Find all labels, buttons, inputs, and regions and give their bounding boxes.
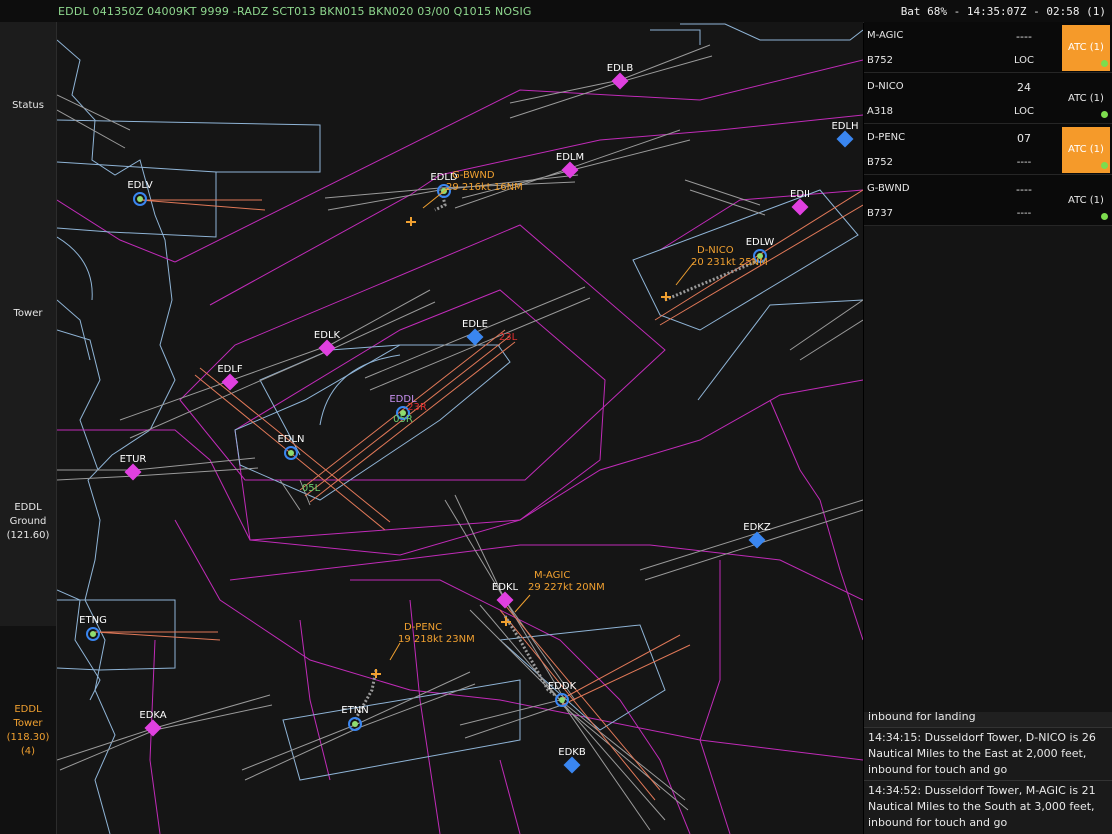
status-dot-icon	[1101, 111, 1108, 118]
top-status-bar: EDDL 041350Z 04009KT 9999 -RADZ SCT013 B…	[0, 0, 1112, 23]
strip-runway: ----	[1016, 30, 1032, 43]
log-entry: inbound for landing	[864, 712, 1112, 727]
strip-runway: ----	[1016, 183, 1032, 196]
waypoint-icon	[561, 161, 579, 179]
flight-strip[interactable]: D-PENC B752 07 ---- ATC (1)	[864, 124, 1112, 175]
leader-line	[389, 642, 401, 661]
waypoint-icon	[496, 591, 514, 609]
status-dot-icon	[1101, 60, 1108, 67]
metar-text: EDDL 041350Z 04009KT 9999 -RADZ SCT013 B…	[58, 5, 532, 18]
strip-aircraft-type: B752	[867, 55, 893, 66]
waypoint-label: EDKB	[558, 747, 586, 758]
log-entry: 14:34:15: Dusseldorf Tower, D-NICO is 26…	[864, 727, 1112, 780]
waypoint-icon	[124, 463, 142, 481]
tower-station-name: EDDL	[14, 704, 42, 715]
airport-center-icon	[90, 631, 96, 637]
leader-line	[514, 594, 531, 613]
region-borders	[57, 23, 863, 834]
runway-label: 23R	[407, 402, 427, 413]
strip-callsign: M-AGIC	[867, 30, 904, 41]
strip-aircraft-type: A318	[867, 106, 893, 117]
strip-approach: LOC	[1013, 106, 1035, 117]
airport-label: EDLW	[746, 237, 775, 248]
aircraft-data: 29 216kt 16NM	[446, 182, 523, 193]
status-dot-icon	[1101, 213, 1108, 220]
strip-callsign: D-PENC	[867, 132, 906, 143]
waypoint-label: EDKZ	[743, 522, 771, 533]
airport-center-icon	[288, 450, 294, 456]
strip-approach: LOC	[1013, 55, 1035, 66]
active-approach-paths	[94, 189, 863, 801]
strip-approach: ----	[1016, 157, 1032, 168]
aircraft-data: 19 218kt 23NM	[398, 634, 475, 645]
waypoint-icon	[563, 756, 581, 774]
ground-frequency: (121.60)	[6, 530, 50, 541]
waypoint-label: EDKA	[139, 710, 166, 721]
frequency-sidebar: Status Tower EDDL Ground (121.60) EDDL T…	[0, 22, 57, 834]
tower-station-role: Tower	[13, 718, 43, 729]
radar-map[interactable]: EDLB EDLM EDII EDLK EDLF ETUR EDKL EDKA EDLH EDLE…	[57, 22, 863, 834]
aircraft-callsign: D-PENC	[404, 622, 442, 633]
waypoint-icon	[836, 130, 854, 148]
aircraft-icon	[406, 217, 416, 226]
waypoint-label: EDLH	[831, 121, 858, 132]
airport-label: EDLV	[127, 180, 152, 191]
tower-frequency-button[interactable]: EDDL Tower (118.30) (4)	[0, 703, 56, 759]
airport-center-icon	[137, 196, 143, 202]
status-button[interactable]: Status	[0, 99, 56, 113]
battery-clock-readout: Bat 68% - 14:35:07Z - 02:58 (1)	[900, 5, 1106, 18]
log-entry: 14:34:52: Dusseldorf Tower, M-AGIC is 21…	[864, 780, 1112, 833]
flight-strip[interactable]: M-AGIC B752 ---- LOC ATC (1)	[864, 22, 1112, 73]
tower-frequency: (118.30)	[6, 732, 50, 743]
airport-label: EDLN	[277, 434, 304, 445]
status-dot-icon	[1101, 162, 1108, 169]
waypoint-icon	[466, 328, 484, 346]
ground-frequency-button[interactable]: EDDL Ground (121.60)	[0, 501, 56, 543]
tower-button[interactable]: Tower	[0, 307, 56, 321]
aircraft-callsign: M-AGIC	[534, 570, 570, 581]
waypoint-label: EDLE	[462, 319, 488, 330]
strip-callsign: G-BWND	[867, 183, 910, 194]
airport-label: ETNN	[341, 705, 368, 716]
ground-station-role: Ground	[9, 516, 47, 527]
flight-strip[interactable]: G-BWND B737 ---- ---- ATC (1)	[864, 175, 1112, 226]
strip-aircraft-type: B737	[867, 208, 893, 219]
waypoint-label: EDLK	[314, 330, 341, 341]
runway-label: 05L	[302, 483, 321, 494]
aircraft-data: 29 227kt 20NM	[528, 582, 605, 593]
waypoint-label: EDLF	[217, 364, 243, 375]
airport-center-icon	[559, 697, 565, 703]
strip-runway: 07	[1017, 132, 1031, 145]
waypoint-label: EDLM	[556, 152, 584, 163]
airport-center-icon	[352, 721, 358, 727]
airport-label: EDDK	[548, 681, 577, 692]
flight-strip[interactable]: D-NICO A318 24 LOC ATC (1)	[864, 73, 1112, 124]
aircraft-icon	[371, 669, 381, 678]
waypoint-label: EDII	[790, 189, 810, 200]
waypoint-icon	[791, 198, 809, 216]
flight-strips-panel: M-AGIC B752 ---- LOC ATC (1) D-NICO A318 24 LOC A…	[864, 22, 1112, 712]
tower-traffic-count: (4)	[20, 746, 36, 757]
waypoint-icon	[144, 719, 162, 737]
waypoint-label: EDLB	[607, 63, 634, 74]
aircraft-callsign: G-BWND	[452, 170, 495, 181]
ground-station-name: EDDL	[14, 502, 42, 513]
strip-approach: ----	[1016, 208, 1032, 219]
runway-label: 23L	[499, 332, 518, 343]
control-zones	[57, 29, 863, 781]
map-symbols: EDLB EDLM EDII EDLK EDLF ETUR EDKL EDKA EDLH EDLE…	[79, 63, 859, 774]
radio-log: inbound for landing 14:34:15: Dusseldorf…	[864, 712, 1112, 834]
aircraft-data: 20 231kt 25NM	[691, 257, 768, 268]
strip-callsign: D-NICO	[867, 81, 904, 92]
waypoint-icon	[611, 72, 629, 90]
airport-label: ETNG	[79, 615, 107, 626]
aircraft-callsign: D-NICO	[697, 245, 734, 256]
runway-label: 05R	[393, 414, 413, 425]
waypoint-label: EDKL	[492, 582, 519, 593]
approach-cones	[57, 44, 863, 831]
strip-aircraft-type: B752	[867, 157, 893, 168]
strip-runway: 24	[1017, 81, 1031, 94]
waypoint-label: ETUR	[120, 454, 147, 465]
